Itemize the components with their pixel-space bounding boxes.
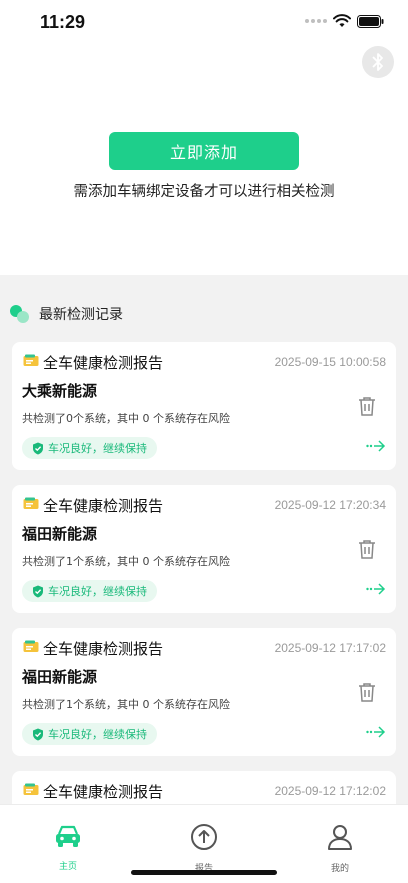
trash-icon[interactable]	[358, 396, 376, 416]
bluetooth-button[interactable]	[362, 46, 394, 78]
section-dots-icon	[10, 303, 32, 325]
more-arrow-icon[interactable]	[366, 582, 386, 596]
status-badge: 车况良好，继续保持	[22, 580, 157, 602]
status-time: 11:29	[40, 12, 86, 32]
record-card[interactable]: 全车健康检测报告 2025-09-12 17:12:02	[12, 771, 396, 805]
shield-check-icon	[33, 728, 43, 740]
record-date: 2025-09-12 17:17:02	[274, 641, 386, 655]
shield-check-icon	[33, 442, 43, 454]
record-date: 2025-09-12 17:12:02	[274, 784, 386, 798]
status-badge-label: 车况良好，继续保持	[48, 728, 147, 741]
status-bar: 11:29	[0, 0, 408, 44]
person-icon	[328, 825, 352, 850]
home-indicator	[131, 870, 277, 875]
wifi-icon	[333, 14, 351, 27]
upload-circle-icon	[191, 824, 217, 850]
tab-report[interactable]: 报告	[164, 823, 244, 874]
tab-mine-label: 我的	[330, 864, 349, 874]
record-card[interactable]: 全车健康检测报告 2025-09-12 17:20:34 福田新能源 共检测了1…	[12, 485, 396, 613]
status-badge-label: 车况良好，继续保持	[48, 585, 147, 598]
record-title: 全车健康检测报告	[43, 497, 164, 515]
record-title: 全车健康检测报告	[43, 783, 164, 801]
status-badge-label: 车况良好，继续保持	[48, 442, 147, 455]
status-badge: 车况良好，继续保持	[22, 437, 157, 459]
status-badge: 车况良好，继续保持	[22, 723, 157, 745]
records-title: 最新检测记录	[39, 307, 123, 323]
record-summary: 共检测了1个系统，其中 0 个系统存在风险	[22, 555, 230, 568]
record-summary: 共检测了0个系统，其中 0 个系统存在风险	[22, 412, 230, 425]
add-device-hint: 需添加车辆绑定设备才可以进行相关检测	[73, 184, 335, 200]
tab-home[interactable]: 主页	[28, 823, 108, 872]
records-header: 最新检测记录	[10, 303, 123, 325]
trash-icon[interactable]	[358, 682, 376, 702]
tab-home-label: 主页	[58, 862, 77, 872]
battery-icon	[357, 14, 384, 28]
record-summary: 共检测了1个系统，其中 0 个系统存在风险	[22, 698, 230, 711]
shield-check-icon	[33, 585, 43, 597]
more-arrow-icon[interactable]	[366, 439, 386, 453]
record-title: 全车健康检测报告	[43, 354, 164, 372]
report-card-icon	[23, 783, 39, 795]
record-vehicle-name: 福田新能源	[22, 668, 98, 686]
record-date: 2025-09-15 10:00:58	[274, 355, 386, 369]
record-title: 全车健康检测报告	[43, 640, 164, 658]
report-card-icon	[23, 640, 39, 652]
record-card[interactable]: 全车健康检测报告 2025-09-12 17:17:02 福田新能源 共检测了1…	[12, 628, 396, 756]
car-icon	[56, 825, 80, 847]
report-card-icon	[23, 354, 39, 366]
record-card[interactable]: 全车健康检测报告 2025-09-15 10:00:58 大乘新能源 共检测了0…	[12, 342, 396, 470]
record-date: 2025-09-12 17:20:34	[274, 498, 386, 512]
tab-mine[interactable]: 我的	[300, 823, 380, 874]
more-arrow-icon[interactable]	[366, 725, 386, 739]
status-icons	[305, 14, 384, 28]
record-vehicle-name: 大乘新能源	[22, 382, 98, 400]
add-now-button[interactable]: 立即添加	[109, 132, 299, 170]
report-card-icon	[23, 497, 39, 509]
signal-icon	[305, 19, 327, 23]
records-section: 最新检测记录 全车健康检测报告 2025-09-15 10:00:58 大乘新能…	[0, 275, 408, 805]
record-vehicle-name: 福田新能源	[22, 525, 98, 543]
bluetooth-icon	[372, 53, 383, 71]
trash-icon[interactable]	[358, 539, 376, 559]
